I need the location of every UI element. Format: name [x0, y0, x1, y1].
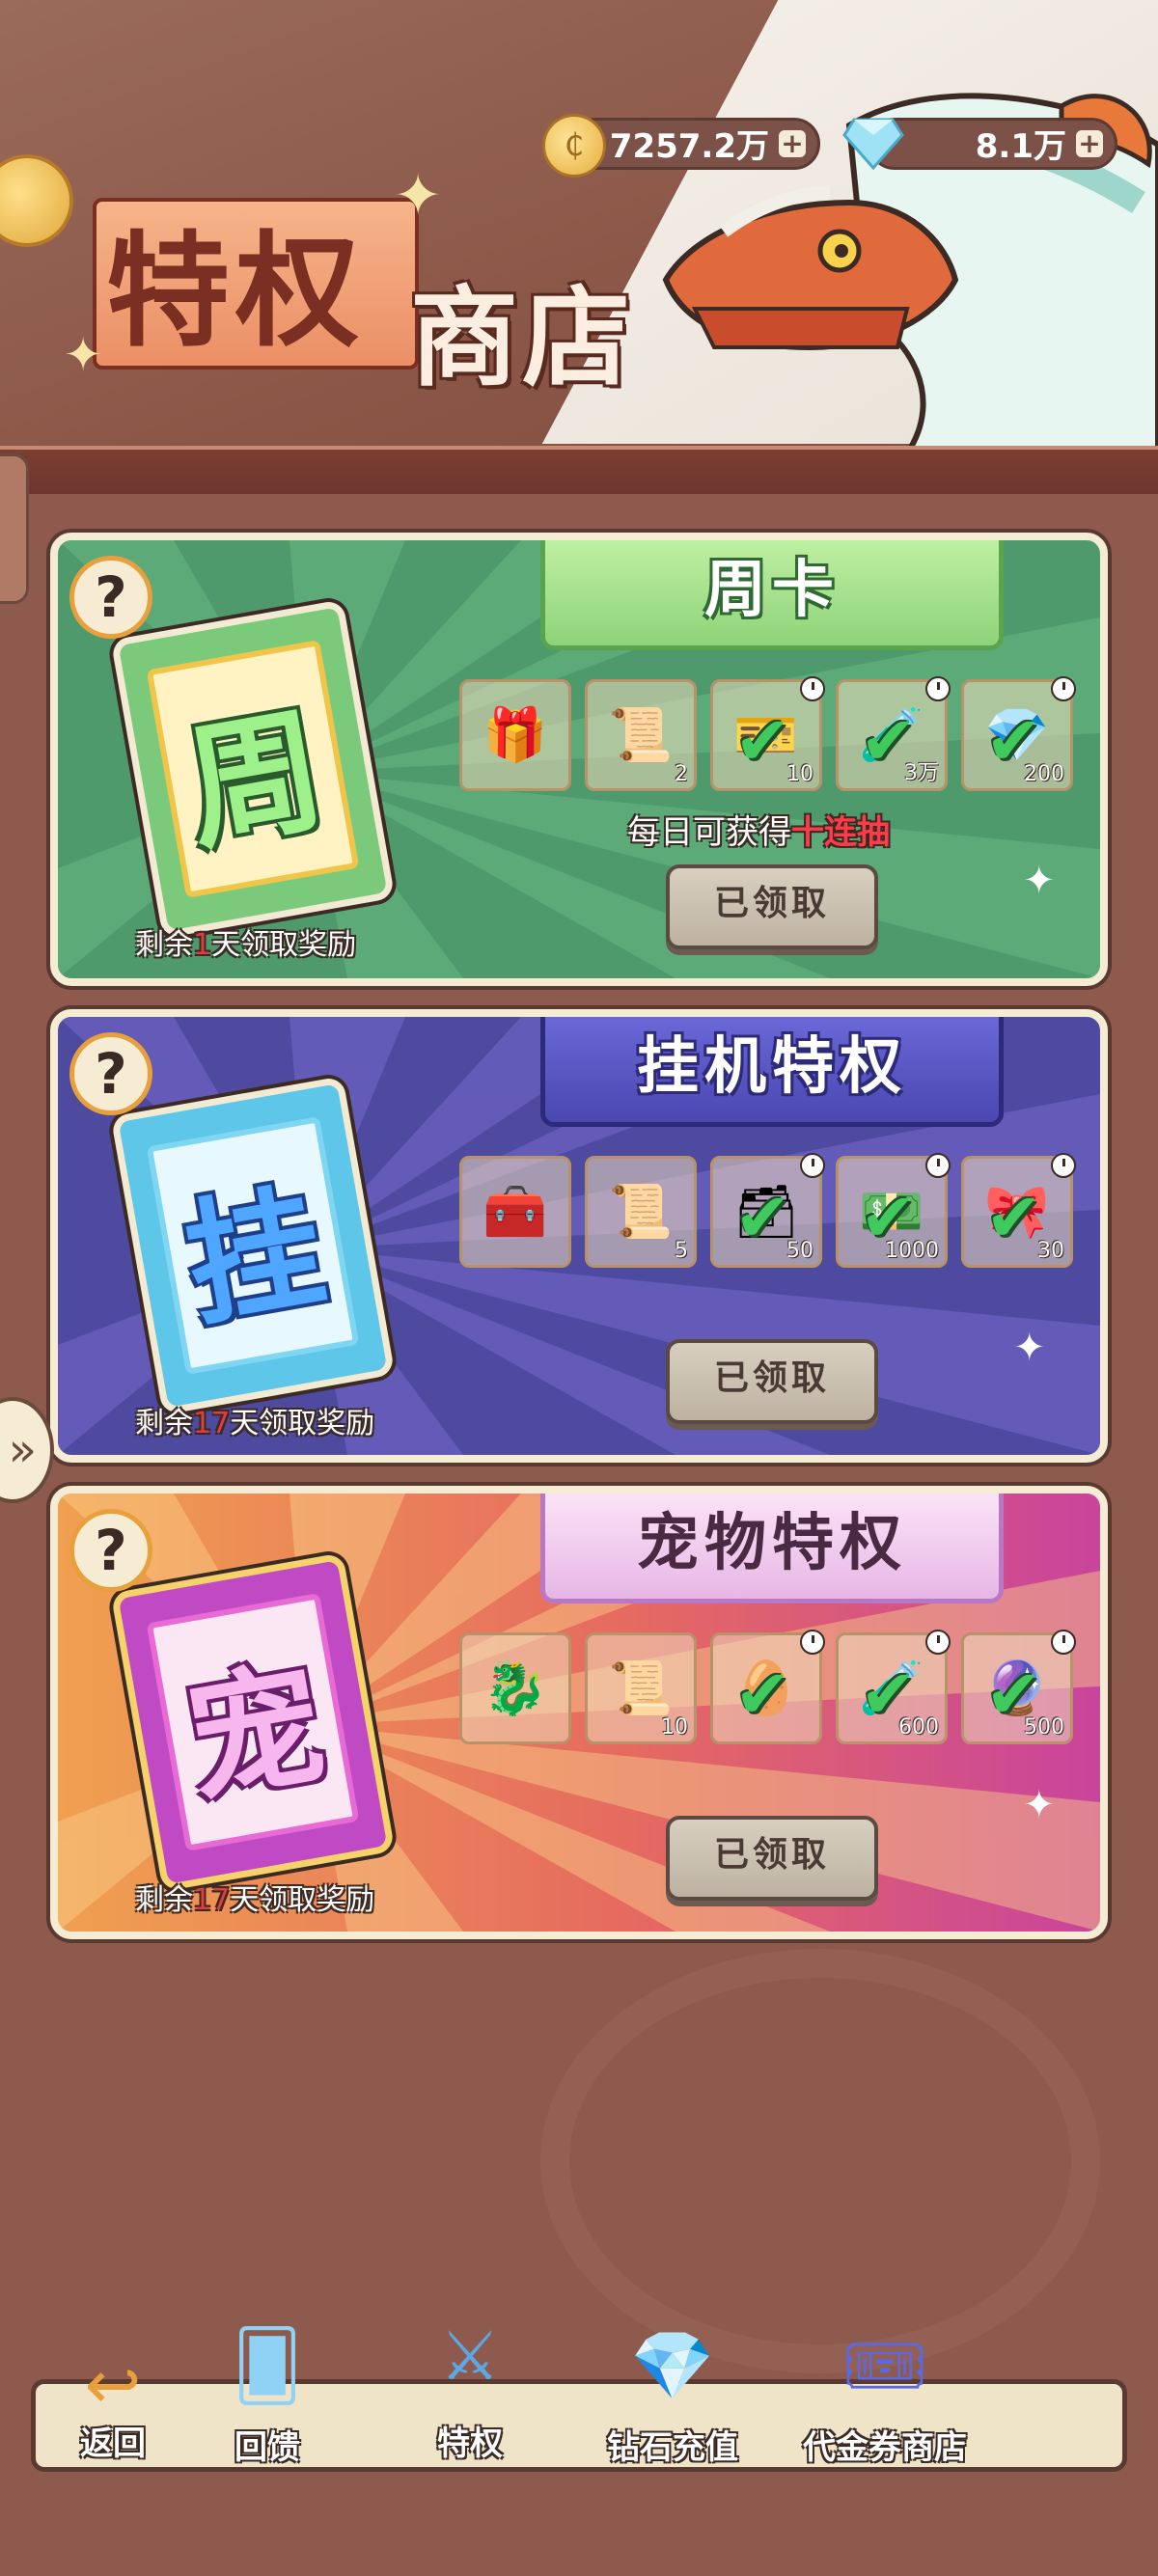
clock-icon [925, 1630, 951, 1655]
claimed-check-icon: ✔ [734, 1655, 791, 1734]
reward-item[interactable]: 🧪 ✔ 600 [836, 1630, 951, 1744]
reward-items-week: 🎁 📜 2 🎫 ✔ 10 🧪 ✔ 3万 💎 ✔ 200 [459, 676, 1076, 791]
header: 特权 商店 ✦ ✦ ₵ 7257.2万 + 8.1万 + [0, 0, 1158, 453]
reward-item[interactable]: 🗃 ✔ 50 [710, 1153, 825, 1268]
reward-item[interactable]: 🧰 [459, 1156, 571, 1268]
sparkle-icon: ✦ [394, 162, 443, 230]
remaining-days-idle: 剩余17天领取奖励 [135, 1407, 375, 1440]
reward-item[interactable]: 💎 ✔ 200 [961, 676, 1076, 791]
daily-reward-text: 每日可获得十连抽 [627, 813, 890, 852]
add-gold-icon[interactable]: + [779, 130, 806, 157]
help-button[interactable]: ? [69, 556, 152, 639]
claimed-check-icon: ✔ [734, 701, 791, 781]
claimed-check-icon: ✔ [985, 1178, 1042, 1257]
remaining-days-week: 剩余1天领取奖励 [135, 928, 357, 962]
clock-icon [925, 676, 951, 701]
gold-balance[interactable]: 7257.2万 + [569, 118, 820, 170]
floating-coin-icon [0, 154, 73, 247]
reward-item[interactable]: 📜 2 [585, 679, 697, 791]
back-arrow-icon: ↩ [84, 2345, 142, 2425]
diamond-icon [842, 118, 904, 170]
reward-item[interactable]: 🎫 ✔ 10 [710, 676, 825, 791]
claimed-button-idle[interactable]: 已领取 [666, 1339, 878, 1424]
reward-item[interactable]: 🎀 ✔ 30 [961, 1153, 1076, 1268]
reward-item[interactable]: 🐉 [459, 1632, 571, 1744]
sparkle-icon: ✦ [1013, 1326, 1046, 1370]
clock-icon [1051, 676, 1076, 701]
gold-amount: 7257.2万 [609, 127, 769, 166]
reward-item[interactable]: 🥚 ✔ [710, 1630, 825, 1744]
claimed-button-pet[interactable]: 已领取 [666, 1816, 878, 1901]
reward-item[interactable]: 🎁 [459, 679, 571, 791]
page-title-main: 特权 [106, 219, 366, 364]
diamond-balance[interactable]: 8.1万 + [868, 118, 1117, 170]
idle-privilege-panel: 挂机特权 ? 挂 剩余17天领取奖励 🧰 📜 5 🗃 ✔ 50 💵 ✔ 1000 🎀 ✔ 30… [50, 1009, 1108, 1463]
nav-voucher-shop[interactable]: 🎟 代金券商店 [769, 2326, 1001, 2471]
reward-item[interactable]: 📜 10 [585, 1632, 697, 1744]
scroll-icon: 📜 [608, 1181, 674, 1242]
sparkle-icon: ✦ [1023, 1783, 1056, 1827]
card-title-pet: 宠物特权 [540, 1494, 1004, 1603]
voucher-icon: 🎟 [841, 2326, 928, 2405]
claimed-button-week[interactable]: 已领取 [666, 864, 878, 949]
reward-items-idle: 🧰 📜 5 🗃 ✔ 50 💵 ✔ 1000 🎀 ✔ 30 [459, 1153, 1076, 1268]
scroll-icon: 📜 [608, 704, 674, 765]
background-swirl [540, 1949, 1100, 2373]
add-diamond-icon[interactable]: + [1076, 130, 1103, 157]
clock-icon [1051, 1153, 1076, 1178]
help-button[interactable]: ? [69, 1509, 152, 1592]
clock-icon [1051, 1630, 1076, 1655]
reward-item[interactable]: 📜 5 [585, 1156, 697, 1268]
cards-icon: 🂠 [233, 2326, 302, 2405]
sparkle-icon: ✦ [1023, 859, 1056, 903]
diamond-pile-icon: 💎 [630, 2326, 715, 2405]
nav-back[interactable]: ↩ 返回 [55, 2345, 171, 2471]
expand-side-menu-button[interactable]: » [0, 1397, 54, 1503]
claimed-check-icon: ✔ [734, 1178, 791, 1257]
sparkle-icon: ✦ [64, 328, 103, 382]
nav-feedback[interactable]: 🂠 回馈 [209, 2326, 325, 2471]
header-divider [0, 446, 1158, 494]
clock-icon [800, 676, 825, 701]
diamond-amount: 8.1万 [975, 127, 1066, 166]
gold-coin-icon: ₵ [542, 114, 606, 178]
card-title-week: 周卡 [540, 540, 1004, 650]
pet-icon: 🐉 [482, 1658, 548, 1718]
week-card-panel: 周卡 ? 周 剩余1天领取奖励 🎁 📜 2 🎫 ✔ 10 🧪 ✔ 3万 💎 ✔ 200 每日可… [50, 533, 1108, 986]
remaining-days-pet: 剩余17天领取奖励 [135, 1883, 375, 1917]
reward-item[interactable]: 🔮 ✔ 500 [961, 1630, 1076, 1744]
bottom-nav: ↩ 返回 🂠 回馈 ⚔ 特权 💎 钻石充值 🎟 代金券商店 [31, 2316, 1127, 2472]
clock-icon [800, 1153, 825, 1178]
clock-icon [925, 1153, 951, 1178]
reward-items-pet: 🐉 📜 10 🥚 ✔ 🧪 ✔ 600 🔮 ✔ 500 [459, 1630, 1076, 1744]
sword-icon: ⚔ [439, 2316, 501, 2396]
scroll-icon: 📜 [608, 1658, 674, 1718]
pet-privilege-panel: 宠物特权 ? 宠 剩余17天领取奖励 🐉 📜 10 🥚 ✔ 🧪 ✔ 600 🔮 ✔ 500 … [50, 1486, 1108, 1939]
reward-item[interactable]: 💵 ✔ 1000 [836, 1153, 951, 1268]
card-title-idle: 挂机特权 [540, 1017, 1004, 1127]
reward-item[interactable]: 🧪 ✔ 3万 [836, 676, 951, 791]
clock-icon [800, 1630, 825, 1655]
side-handle[interactable] [0, 453, 29, 604]
help-button[interactable]: ? [69, 1032, 152, 1115]
page-title-sub: 商店 [410, 275, 634, 401]
treasure-icon: 🧰 [482, 1181, 548, 1242]
chest-icon: 🎁 [482, 704, 548, 765]
nav-diamond-recharge[interactable]: 💎 钻石充值 [586, 2326, 759, 2471]
nav-privilege[interactable]: ⚔ 特权 [393, 2316, 547, 2471]
